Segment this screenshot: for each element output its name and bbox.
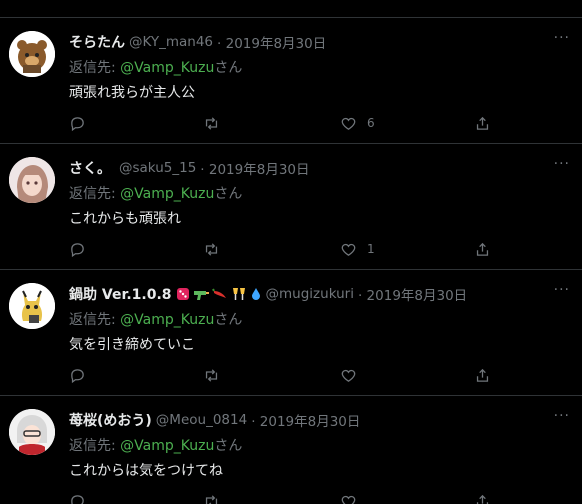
timestamp[interactable]: · 2019年8月30日 xyxy=(251,410,360,430)
retweet-button[interactable] xyxy=(203,491,220,504)
name-emojis xyxy=(176,287,262,301)
handle[interactable]: @Meou_0814 xyxy=(156,412,247,428)
timestamp[interactable]: · 2019年8月30日 xyxy=(217,32,326,52)
retweet-button[interactable] xyxy=(203,239,220,259)
handle[interactable]: @mugizukuri xyxy=(266,286,354,302)
reply-suffix: さん xyxy=(214,312,243,328)
display-name[interactable]: そらたん xyxy=(69,32,125,52)
display-name[interactable]: さく。 xyxy=(69,158,111,178)
heart-icon xyxy=(341,369,356,382)
reply-prefix: 返信先: xyxy=(69,186,121,202)
more-options-icon[interactable]: ··· xyxy=(554,30,570,46)
tweet-text: 頑張れ我らが主人公 xyxy=(69,85,195,101)
reply-button[interactable] xyxy=(69,365,86,385)
handle[interactable]: @KY_man46 xyxy=(129,34,213,50)
tweet[interactable]: 鍋助 Ver.1.0.8 @mugizukuri · 2019年8月30日 ··… xyxy=(0,270,582,396)
tweet-actions: 6 xyxy=(69,113,499,133)
like-button[interactable]: 6 xyxy=(340,113,375,133)
avatar[interactable] xyxy=(9,157,55,203)
reply-suffix: さん xyxy=(214,438,243,454)
retweet-icon xyxy=(205,242,218,256)
share-button[interactable] xyxy=(474,113,491,133)
reply-icon xyxy=(71,116,84,131)
reply-icon xyxy=(71,368,84,383)
retweet-button[interactable] xyxy=(203,113,220,133)
reply-context: 返信先: @Vamp_Kuzuさん xyxy=(69,183,242,203)
share-button[interactable] xyxy=(474,239,491,259)
tweet-text: これからも頑張れ xyxy=(69,211,181,227)
share-icon xyxy=(476,116,489,130)
handle[interactable]: @saku5_15 xyxy=(119,160,196,176)
previous-tweet-actions xyxy=(0,0,582,16)
mention-link[interactable]: @Vamp_Kuzu xyxy=(120,312,214,328)
mention-link[interactable]: @Vamp_Kuzu xyxy=(120,60,214,76)
like-button[interactable]: 1 xyxy=(340,239,375,259)
die-icon xyxy=(176,288,189,300)
tweet-actions xyxy=(69,491,499,504)
reply-icon xyxy=(71,494,84,504)
chili-icon xyxy=(211,288,226,298)
reply-context: 返信先: @Vamp_Kuzuさん xyxy=(69,435,242,455)
like-count: 1 xyxy=(367,242,375,256)
display-name[interactable]: 鍋助 Ver.1.0.8 xyxy=(69,284,172,304)
like-button[interactable] xyxy=(340,365,367,385)
tweet-actions: 1 xyxy=(69,239,499,259)
retweet-icon xyxy=(205,116,218,130)
heart-icon xyxy=(341,495,356,504)
share-button[interactable] xyxy=(474,491,491,504)
reply-suffix: さん xyxy=(214,60,243,76)
avatar[interactable] xyxy=(9,409,55,455)
like-button[interactable] xyxy=(340,491,357,504)
cheers-icon xyxy=(232,288,245,300)
reply-prefix: 返信先: xyxy=(69,312,121,328)
retweet-icon xyxy=(205,368,218,382)
tweet-actions xyxy=(69,365,499,385)
more-options-icon[interactable]: ··· xyxy=(554,282,570,298)
reply-suffix: さん xyxy=(214,186,243,202)
like-count: 6 xyxy=(367,116,375,130)
heart-icon xyxy=(341,243,356,256)
tweet[interactable]: そらたん @KY_man46 · 2019年8月30日 ··· 返信先: @Va… xyxy=(0,18,582,144)
reply-context: 返信先: @Vamp_Kuzuさん xyxy=(69,57,242,77)
timestamp[interactable]: · 2019年8月30日 xyxy=(200,158,309,178)
mention-link[interactable]: @Vamp_Kuzu xyxy=(120,438,214,454)
reply-prefix: 返信先: xyxy=(69,438,121,454)
reply-icon xyxy=(71,242,84,257)
droplet-icon xyxy=(251,288,260,300)
reply-prefix: 返信先: xyxy=(69,60,121,76)
retweet-button[interactable] xyxy=(203,365,220,385)
water-gun-icon xyxy=(193,291,209,300)
avatar[interactable] xyxy=(9,283,55,329)
share-icon xyxy=(476,242,489,256)
tweet[interactable]: さく。 @saku5_15 · 2019年8月30日 ··· 返信先: @Vam… xyxy=(0,144,582,270)
share-button[interactable] xyxy=(474,365,491,385)
reply-context: 返信先: @Vamp_Kuzuさん xyxy=(69,309,242,329)
heart-icon xyxy=(341,117,356,130)
reply-button[interactable] xyxy=(69,113,86,133)
share-icon xyxy=(476,368,489,382)
tweet-text: これからは気をつけてね xyxy=(69,463,223,479)
reply-button[interactable] xyxy=(69,239,86,259)
avatar[interactable] xyxy=(9,31,55,77)
retweet-icon xyxy=(205,494,218,504)
tweet-text: 気を引き締めていこ xyxy=(69,337,195,353)
share-icon xyxy=(476,494,489,504)
reply-button[interactable] xyxy=(69,491,86,504)
more-options-icon[interactable]: ··· xyxy=(554,408,570,424)
display-name[interactable]: 苺桜(めおう) xyxy=(69,410,152,430)
timestamp[interactable]: · 2019年8月30日 xyxy=(358,284,467,304)
mention-link[interactable]: @Vamp_Kuzu xyxy=(120,186,214,202)
tweet[interactable]: 苺桜(めおう) @Meou_0814 · 2019年8月30日 ··· 返信先:… xyxy=(0,396,582,504)
more-options-icon[interactable]: ··· xyxy=(554,156,570,172)
